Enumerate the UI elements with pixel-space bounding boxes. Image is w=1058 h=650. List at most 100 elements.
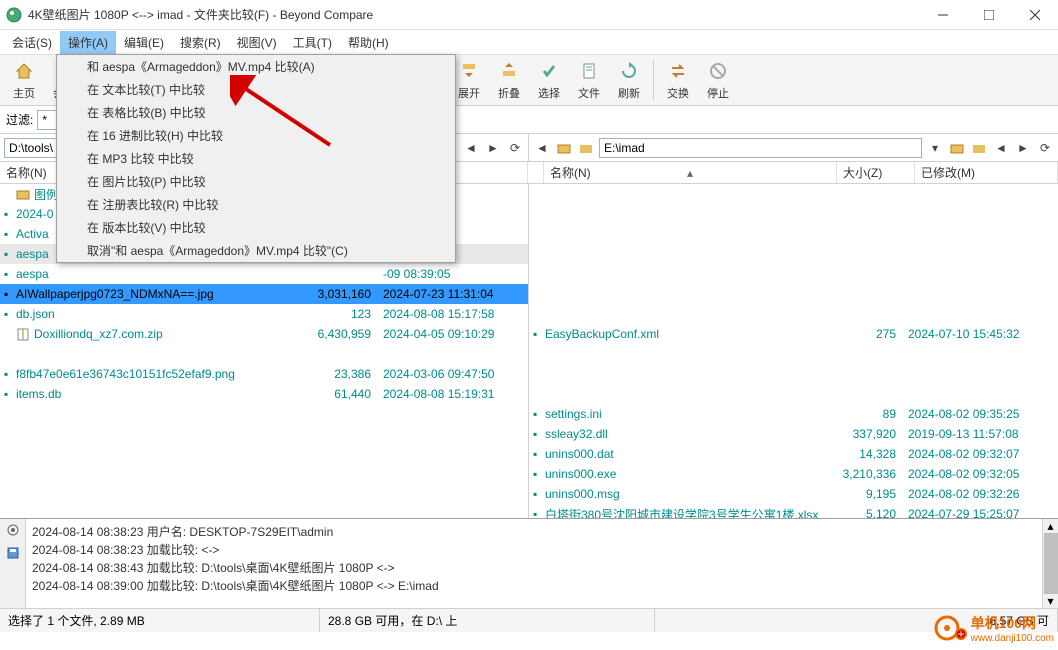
app-icon	[6, 7, 22, 23]
refresh-button[interactable]: 刷新	[609, 56, 649, 104]
right-file-pane[interactable]: ▪EasyBackupConf.xml2752024-07-10 15:45:3…	[529, 184, 1058, 518]
menu-help[interactable]: 帮助(H)	[340, 31, 397, 54]
actions-dropdown: 和 aespa《Armageddon》MV.mp4 比较(A) 在 文本比较(T…	[56, 54, 456, 263]
files-icon	[577, 59, 601, 83]
log-section: 2024-08-14 08:38:23 用户名: DESKTOP-7S29EIT…	[0, 518, 1058, 608]
watermark-text: 单机100网	[971, 613, 1054, 633]
watermark: + 单机100网 www.danji100.com	[933, 610, 1054, 646]
right-browse-icon[interactable]	[555, 139, 573, 157]
home-icon	[12, 59, 36, 83]
statusbar: 选择了 1 个文件, 2.89 MB 28.8 GB 可用，在 D:\ 上 6.…	[0, 608, 1058, 632]
scroll-down-icon[interactable]: ▾	[1047, 594, 1053, 608]
file-row[interactable]	[529, 384, 1058, 404]
right-history2-icon[interactable]	[970, 139, 988, 157]
swap-icon	[666, 59, 690, 83]
file-row[interactable]	[529, 344, 1058, 364]
file-row[interactable]: ▪db.json1232024-08-08 15:17:58	[0, 304, 528, 324]
dd-version-compare[interactable]: 在 版本比较(V) 中比较	[57, 216, 455, 239]
dd-registry-compare[interactable]: 在 注册表比较(R) 中比较	[57, 193, 455, 216]
right-prev-icon[interactable]: ◄	[992, 139, 1010, 157]
menu-search[interactable]: 搜索(R)	[172, 31, 229, 54]
file-row[interactable]: ▪unins000.msg9,1952024-08-02 09:32:26	[529, 484, 1058, 504]
right-back-icon[interactable]: ◄	[533, 139, 551, 157]
right-history-icon[interactable]	[577, 139, 595, 157]
files-button[interactable]: 文件	[569, 56, 609, 104]
log-line: 2024-08-14 08:38:23 加载比较: <->	[32, 541, 1052, 559]
file-row[interactable]	[0, 344, 528, 364]
stop-icon	[706, 59, 730, 83]
filter-label: 过滤:	[6, 111, 33, 128]
file-row[interactable]: ▪settings.ini892024-08-02 09:35:25	[529, 404, 1058, 424]
file-row[interactable]: ▪f8fb47e0e61e36743c10151fc52efaf9.png23,…	[0, 364, 528, 384]
log-save-icon[interactable]	[6, 546, 20, 563]
file-row[interactable]	[529, 244, 1058, 264]
status-selection: 选择了 1 个文件, 2.89 MB	[0, 609, 320, 632]
file-row[interactable]	[529, 184, 1058, 204]
file-row[interactable]: ▪EasyBackupConf.xml2752024-07-10 15:45:3…	[529, 324, 1058, 344]
file-row[interactable]	[529, 304, 1058, 324]
file-row[interactable]: ▪items.db61,4402024-08-08 15:19:31	[0, 384, 528, 404]
file-row[interactable]: ▪unins000.exe3,210,3362024-08-02 09:32:0…	[529, 464, 1058, 484]
left-scroll-header	[528, 162, 544, 183]
collapse-button[interactable]: 折叠	[489, 56, 529, 104]
dd-compare-with[interactable]: 和 aespa《Armageddon》MV.mp4 比较(A)	[57, 55, 455, 78]
stop-button[interactable]: 停止	[698, 56, 738, 104]
right-browse2-icon[interactable]	[948, 139, 966, 157]
titlebar: 4K壁纸图片 1080P <--> imad - 文件夹比较(F) - Beyo…	[0, 0, 1058, 30]
menu-edit[interactable]: 编辑(E)	[116, 31, 172, 54]
log-scrollbar[interactable]: ▴ ▾	[1042, 519, 1058, 608]
menubar: 会话(S) 操作(A) 编辑(E) 搜索(R) 视图(V) 工具(T) 帮助(H…	[0, 30, 1058, 54]
file-row[interactable]	[529, 364, 1058, 384]
status-disk-left: 28.8 GB 可用，在 D:\ 上	[320, 609, 655, 632]
file-row[interactable]: ▪ssleay32.dll337,9202019-09-13 11:57:08	[529, 424, 1058, 444]
menu-tools[interactable]: 工具(T)	[285, 31, 340, 54]
dd-picture-compare[interactable]: 在 图片比较(P) 中比较	[57, 170, 455, 193]
home-button[interactable]: 主页	[4, 56, 44, 104]
dd-hex-compare[interactable]: 在 16 进制比较(H) 中比较	[57, 124, 455, 147]
file-row[interactable]	[529, 264, 1058, 284]
swap-button[interactable]: 交换	[658, 56, 698, 104]
right-refresh-icon[interactable]: ⟳	[1036, 139, 1054, 157]
log-line: 2024-08-14 08:38:23 用户名: DESKTOP-7S29EIT…	[32, 523, 1052, 541]
file-row[interactable]: ▪aespa-09 08:39:05	[0, 264, 528, 284]
log-line: 2024-08-14 08:39:00 加载比较: D:\tools\桌面\4K…	[32, 577, 1052, 595]
file-row[interactable]: ▪白塔街380号沈阳城市建设学院3号学生公寓1楼.xlsx5,1202024-0…	[529, 504, 1058, 518]
file-row[interactable]	[529, 204, 1058, 224]
log-gear-icon[interactable]	[6, 523, 20, 540]
window-title: 4K壁纸图片 1080P <--> imad - 文件夹比较(F) - Beyo…	[28, 6, 920, 23]
right-col-size[interactable]: 大小(Z)	[837, 162, 915, 183]
file-row[interactable]: ▪unins000.dat14,3282024-08-02 09:32:07	[529, 444, 1058, 464]
right-col-modified[interactable]: 已修改(M)	[915, 162, 1058, 183]
log-line: 2024-08-14 08:38:43 加载比较: D:\tools\桌面\4K…	[32, 559, 1052, 577]
scroll-up-icon[interactable]: ▴	[1047, 519, 1053, 533]
minimize-button[interactable]	[920, 0, 966, 30]
file-row[interactable]: Doxilliondq_xz7.com.zip6,430,9592024-04-…	[0, 324, 528, 344]
right-col-name[interactable]: 名称(N)▴	[544, 162, 837, 183]
dd-table-compare[interactable]: 在 表格比较(B) 中比较	[57, 101, 455, 124]
menu-view[interactable]: 视图(V)	[229, 31, 285, 54]
file-row[interactable]: ▪AIWallpaperjpg0723_NDMxNA==.jpg3,031,16…	[0, 284, 528, 304]
right-next-icon[interactable]: ►	[1014, 139, 1032, 157]
file-row[interactable]	[529, 224, 1058, 244]
file-row[interactable]	[529, 284, 1058, 304]
watermark-sub: www.danji100.com	[971, 633, 1054, 644]
left-back-icon[interactable]: ◄	[462, 139, 480, 157]
right-path-input[interactable]	[599, 138, 922, 158]
maximize-button[interactable]	[966, 0, 1012, 30]
collapse-icon	[497, 59, 521, 83]
svg-text:+: +	[957, 627, 964, 641]
sort-asc-icon: ▴	[687, 166, 693, 180]
dd-mp3-compare[interactable]: 在 MP3 比较 中比较	[57, 147, 455, 170]
left-forward-icon[interactable]: ►	[484, 139, 502, 157]
log-text[interactable]: 2024-08-14 08:38:23 用户名: DESKTOP-7S29EIT…	[26, 519, 1058, 608]
left-refresh-icon[interactable]: ⟳	[506, 139, 524, 157]
dd-text-compare[interactable]: 在 文本比较(T) 中比较	[57, 78, 455, 101]
right-dropdown-icon[interactable]: ▾	[926, 139, 944, 157]
menu-session[interactable]: 会话(S)	[4, 31, 60, 54]
expand-icon	[457, 59, 481, 83]
menu-actions[interactable]: 操作(A)	[60, 31, 116, 54]
dd-cancel-compare[interactable]: 取消"和 aespa《Armageddon》MV.mp4 比较"(C)	[57, 239, 455, 262]
select-icon	[537, 59, 561, 83]
close-button[interactable]	[1012, 0, 1058, 30]
select-button[interactable]: 选择	[529, 56, 569, 104]
